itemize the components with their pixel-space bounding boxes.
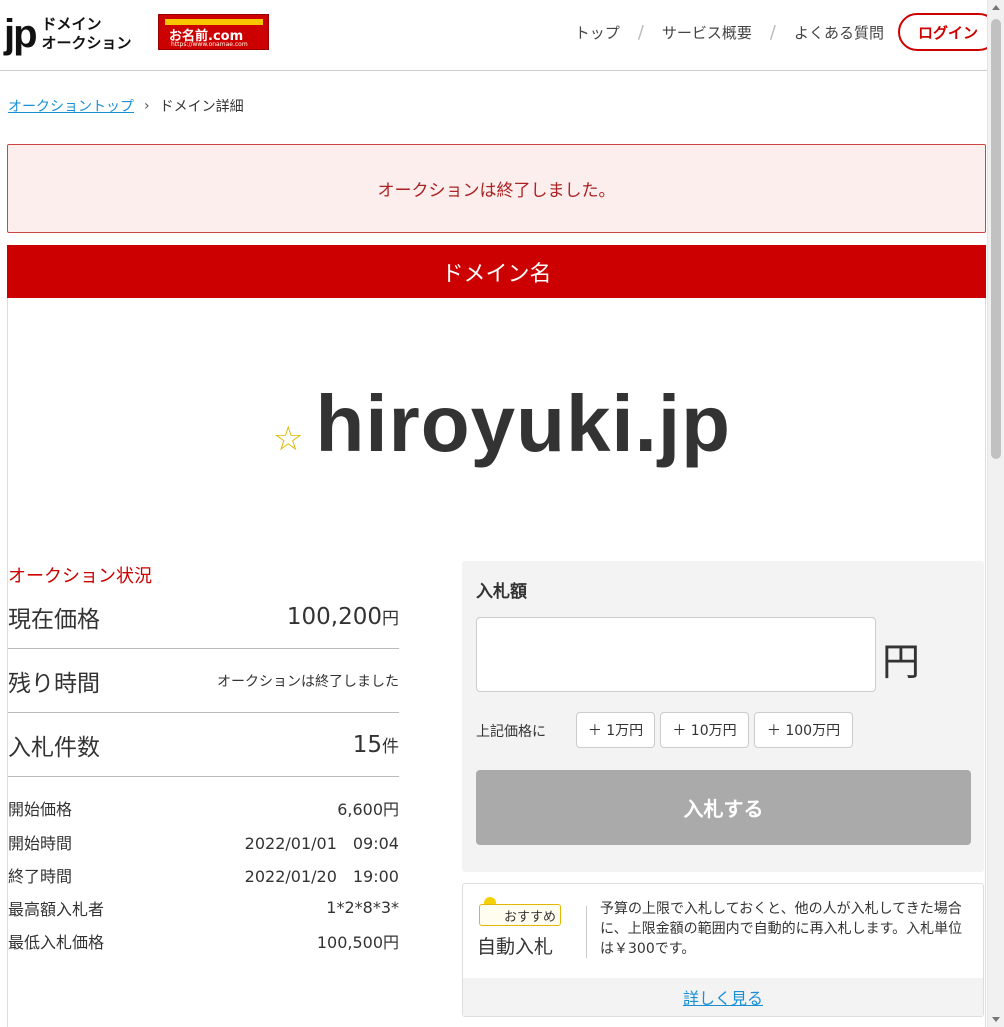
yen-unit: 円 <box>882 640 921 684</box>
nav-service-overview[interactable]: サービス概要 <box>662 22 752 43</box>
nav-faq[interactable]: よくある質問 <box>794 22 884 43</box>
partner-url: https://www.onamae.com <box>171 41 248 48</box>
detail-label: 最高額入札者 <box>8 899 105 919</box>
page-scrollbar[interactable] <box>987 0 1004 1027</box>
detail-value: 1*2*8*3* <box>326 898 399 917</box>
increment-label: 上記価格に <box>476 724 546 740</box>
site-header: jp ドメイン オークション お名前.com https://www.onama… <box>0 0 1004 71</box>
domain-name: hiroyuki.jp <box>315 379 731 468</box>
nav-separator: / <box>637 21 644 43</box>
learn-more-link[interactable]: 詳しく見る <box>683 985 763 1009</box>
detail-value: 2022/01/01 09:04 <box>244 833 399 853</box>
bid-count-value: 15件 <box>353 732 399 758</box>
login-button[interactable]: ログイン <box>898 13 998 51</box>
auto-bid-box: おすすめ 自動入札 予算の上限で入札しておくと、他の人が入札してきた場合に、上限… <box>462 883 984 1017</box>
detail-value: 100,500円 <box>316 932 399 952</box>
detail-value: 6,600円 <box>337 799 399 819</box>
bid-panel: 入札額 円 上記価格に ＋ 1万円 ＋ 10万円 ＋ 100万円 入札する <box>462 561 984 872</box>
star-icon[interactable]: ☆ <box>273 419 303 459</box>
detail-label: 開始価格 <box>8 799 73 819</box>
bid-count-unit: 件 <box>382 736 399 757</box>
breadcrumb-auction-top[interactable]: オークショントップ <box>8 96 134 116</box>
site-logo[interactable]: jp ドメイン オークション <box>4 14 132 54</box>
bid-count-number: 15 <box>352 731 382 758</box>
submit-bid-button[interactable]: 入札する <box>476 770 971 845</box>
scroll-thumb[interactable] <box>991 19 1001 459</box>
bid-amount-label: 入札額 <box>476 582 527 602</box>
remaining-time-value: オークションは終了しました <box>217 673 399 690</box>
detail-label: 終了時間 <box>8 866 73 886</box>
logo-text: ドメイン オークション <box>42 15 132 53</box>
detail-row: 最低入札価格 100,500円 <box>8 924 399 957</box>
logo-line2: オークション <box>41 34 132 52</box>
add-100k-button[interactable]: ＋ 10万円 <box>660 712 749 748</box>
detail-row: 開始時間 2022/01/01 09:04 <box>8 825 399 858</box>
auto-bid-title: 自動入札 <box>477 936 554 958</box>
current-price-unit: 円 <box>382 608 399 629</box>
bid-count-row: 入札件数 15件 <box>8 713 399 777</box>
scroll-up-icon[interactable] <box>992 5 1000 10</box>
domain-name-display: ☆ hiroyuki.jp <box>0 378 1004 470</box>
logo-jp: jp <box>4 12 38 56</box>
main-nav: トップ / サービス概要 / よくある質問 ログイン <box>575 13 998 51</box>
recommended-badge: おすすめ <box>479 904 561 926</box>
auction-ended-alert: オークションは終了しました。 <box>7 144 986 233</box>
detail-row: 開始価格 6,600円 <box>8 791 399 824</box>
current-price-amount: 100,200 <box>286 603 382 630</box>
detail-row: 終了時間 2022/01/20 19:00 <box>8 858 399 891</box>
add-10k-button[interactable]: ＋ 1万円 <box>576 712 655 748</box>
auto-bid-footer: 詳しく見る <box>463 978 983 1016</box>
nav-top[interactable]: トップ <box>575 22 620 43</box>
remaining-time-label: 残り時間 <box>8 670 100 697</box>
remaining-time-row: 残り時間 オークションは終了しました <box>8 649 399 713</box>
current-price-row: 現在価格 100,200円 <box>8 585 399 649</box>
auto-bid-description: 予算の上限で入札しておくと、他の人が入札してきた場合に、上限金額の範囲内で自動的… <box>600 901 963 957</box>
detail-row: 最高額入札者 1*2*8*3* <box>8 891 399 924</box>
detail-label: 開始時間 <box>8 833 73 853</box>
nav-separator: / <box>769 21 776 43</box>
breadcrumb: オークショントップ › ドメイン詳細 <box>8 96 244 116</box>
auto-bid-divider <box>586 906 587 958</box>
add-1m-button[interactable]: ＋ 100万円 <box>754 712 853 748</box>
current-price-label: 現在価格 <box>8 606 100 633</box>
scroll-down-icon[interactable] <box>992 1017 1000 1022</box>
bid-count-label: 入札件数 <box>8 734 100 761</box>
breadcrumb-current: ドメイン詳細 <box>159 99 244 115</box>
current-price-value: 100,200円 <box>287 604 399 630</box>
partner-banner[interactable]: お名前.com https://www.onamae.com <box>158 14 269 50</box>
bid-amount-input[interactable] <box>476 617 876 692</box>
logo-line1: ドメイン <box>41 15 102 33</box>
domain-section-header: ドメイン名 <box>7 245 986 298</box>
detail-value: 2022/01/20 19:00 <box>244 866 399 886</box>
detail-label: 最低入札価格 <box>8 932 105 952</box>
chevron-right-icon: › <box>144 98 150 114</box>
